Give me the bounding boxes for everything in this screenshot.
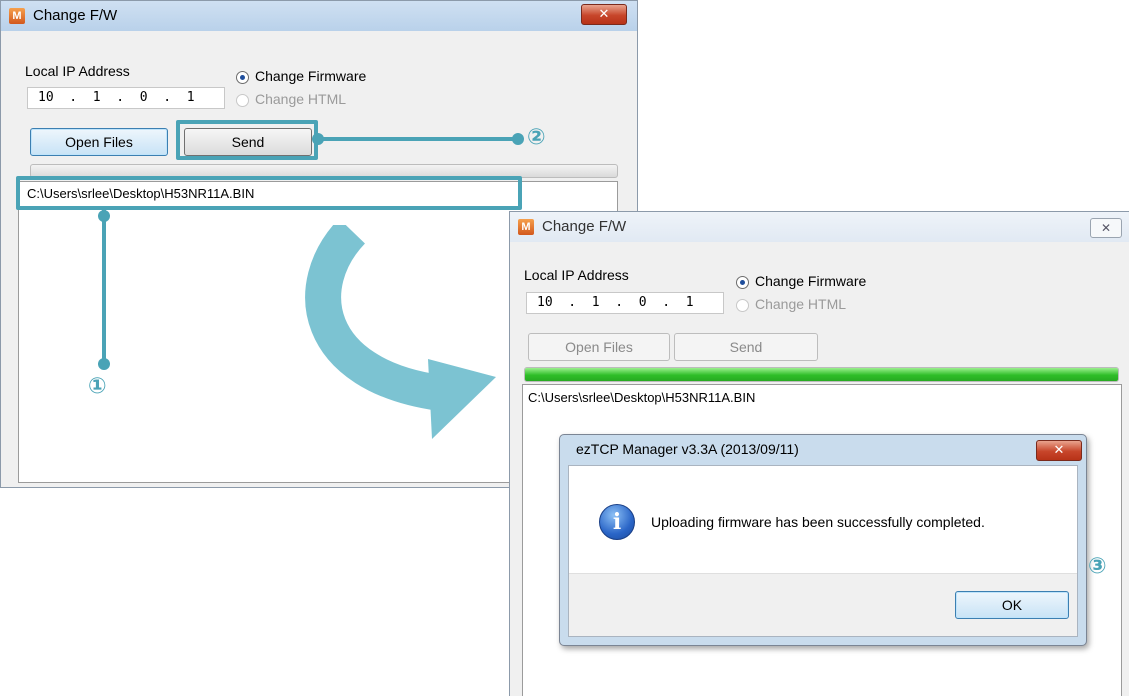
- local-ip-label: Local IP Address: [25, 63, 130, 79]
- front-window-titlebar: M Change F/W ✕: [510, 212, 1129, 242]
- app-icon: M: [518, 219, 534, 235]
- dialog-close-button[interactable]: ✕: [1036, 440, 1082, 461]
- local-ip-label: Local IP Address: [524, 267, 629, 283]
- radio-change-firmware[interactable]: [236, 71, 249, 84]
- dialog-footer: OK: [569, 573, 1077, 636]
- dialog-body: i Uploading firmware has been successful…: [568, 465, 1078, 637]
- highlight-file-path: [16, 176, 522, 210]
- callout-dot-2a: [312, 133, 324, 145]
- app-icon: M: [9, 8, 25, 24]
- close-button[interactable]: ✕: [581, 4, 627, 25]
- radio-change-firmware[interactable]: [736, 276, 749, 289]
- upload-progress-bar: [524, 367, 1119, 382]
- info-icon: i: [599, 504, 635, 540]
- callout-dot-1b: [98, 358, 110, 370]
- window-title: Change F/W: [542, 218, 627, 235]
- ip-address-input[interactable]: 10 . 1 . 0 . 1: [27, 87, 225, 109]
- back-window-titlebar: M Change F/W ✕: [1, 1, 637, 31]
- dialog-message: Uploading firmware has been successfully…: [651, 514, 985, 530]
- open-files-button[interactable]: Open Files: [528, 333, 670, 361]
- close-button[interactable]: ✕: [1090, 218, 1122, 238]
- open-files-button[interactable]: Open Files: [30, 128, 168, 156]
- radio-change-html[interactable]: [236, 94, 249, 107]
- ok-button[interactable]: OK: [955, 591, 1069, 619]
- callout-line-1: [102, 210, 106, 362]
- radio-change-html-label: Change HTML: [755, 296, 847, 312]
- highlight-send: [176, 120, 318, 160]
- callout-line-2: [318, 137, 518, 141]
- message-dialog: ezTCP Manager v3.3A (2013/09/11) ✕ i Upl…: [559, 434, 1087, 646]
- file-path: C:\Users\srlee\Desktop\H53NR11A.BIN: [528, 390, 756, 405]
- radio-change-html-label: Change HTML: [255, 91, 347, 107]
- send-button[interactable]: Send: [674, 333, 818, 361]
- callout-number-2: ②: [527, 125, 546, 150]
- ip-address-input[interactable]: 10 . 1 . 0 . 1: [526, 292, 724, 314]
- dialog-title: ezTCP Manager v3.3A (2013/09/11): [576, 441, 799, 457]
- window-title: Change F/W: [33, 7, 118, 24]
- radio-change-html[interactable]: [736, 299, 749, 312]
- callout-dot-1a: [98, 210, 110, 222]
- callout-number-3: ③: [1088, 554, 1107, 579]
- radio-change-firmware-label: Change Firmware: [755, 273, 867, 289]
- upload-progress-fill: [525, 368, 1118, 381]
- callout-number-1: ①: [88, 374, 107, 399]
- callout-dot-2b: [512, 133, 524, 145]
- flow-arrow: [305, 225, 496, 439]
- radio-change-firmware-label: Change Firmware: [255, 68, 367, 84]
